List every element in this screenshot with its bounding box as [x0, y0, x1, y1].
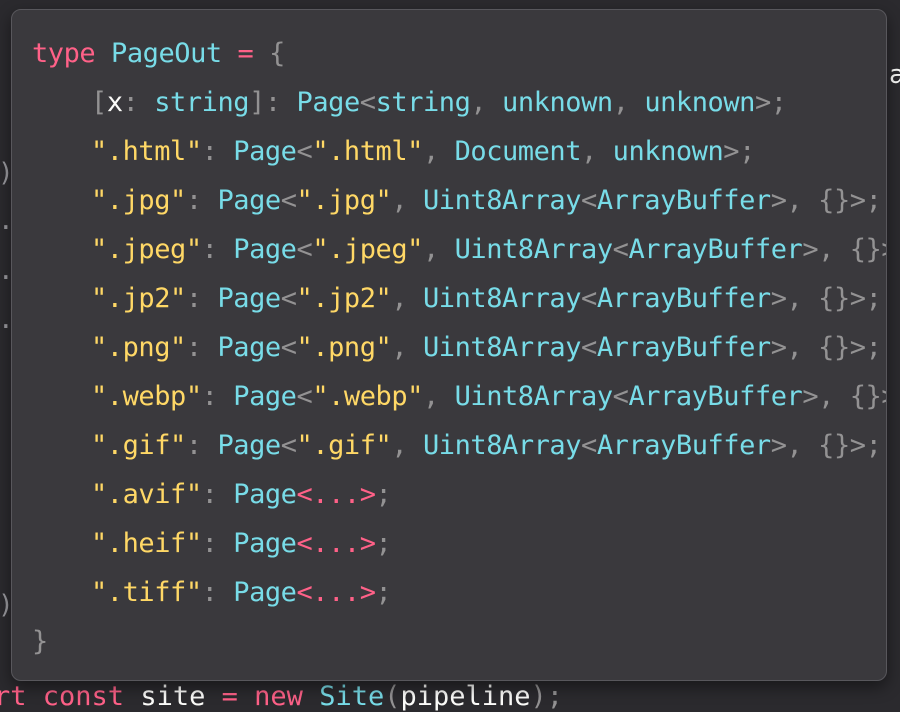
- binary-entry-line: ".gif": Page<".gif", Uint8Array<ArrayBuf…: [91, 430, 882, 461]
- type-definition-code: type PageOut = { [x: string]: Page<strin…: [32, 32, 886, 669]
- editor-right-mark: a: [889, 60, 900, 90]
- editor-code-line: rt const site = new Site(pipeline);: [0, 681, 564, 712]
- html-entry-line: ".html": Page<".html", Document, unknown…: [91, 136, 755, 167]
- index-signature-line: [x: string]: Page<string, unknown, unkno…: [91, 87, 787, 118]
- binary-entry-line: ".jp2": Page<".jp2", Uint8Array<ArrayBuf…: [91, 283, 882, 314]
- type-declaration-line: type PageOut = {: [32, 38, 285, 69]
- truncated-entry-line: ".heif": Page<...>;: [91, 528, 392, 559]
- truncated-entry-line: ".avif": Page<...>;: [91, 479, 392, 510]
- type-closing-brace-line: }: [32, 626, 48, 657]
- binary-entry-line: ".jpg": Page<".jpg", Uint8Array<ArrayBuf…: [91, 185, 882, 216]
- truncated-entry-line: ".tiff": Page<...>;: [91, 577, 392, 608]
- binary-entry-line: ".png": Page<".png", Uint8Array<ArrayBuf…: [91, 332, 882, 363]
- binary-entry-line: ".webp": Page<".webp", Uint8Array<ArrayB…: [91, 381, 886, 412]
- binary-entry-line: ".jpeg": Page<".jpeg", Uint8Array<ArrayB…: [91, 234, 886, 265]
- type-hover-tooltip[interactable]: type PageOut = { [x: string]: Page<strin…: [11, 9, 887, 681]
